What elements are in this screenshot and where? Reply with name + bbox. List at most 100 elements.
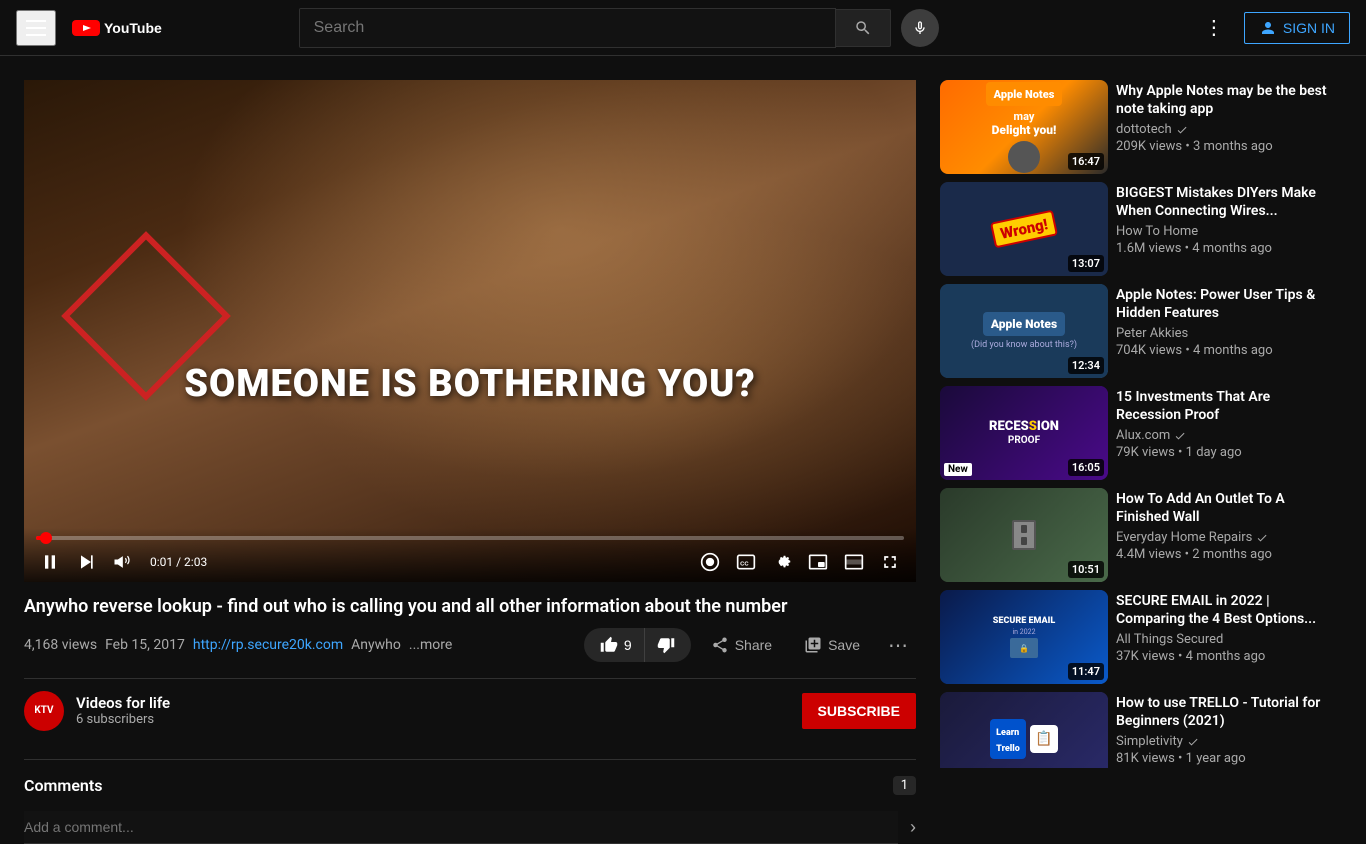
new-badge: New bbox=[944, 463, 972, 476]
video-duration: 12:34 bbox=[1068, 357, 1104, 374]
more-options-button[interactable]: ⋮ bbox=[1196, 7, 1232, 48]
video-section: SOMEONE IS BOTHERING YOU? bbox=[24, 80, 916, 844]
sidebar-item-title-7: How to use TRELLO - Tutorial for Beginne… bbox=[1116, 694, 1338, 730]
video-duration: 10:51 bbox=[1068, 561, 1104, 578]
miniplayer-button[interactable] bbox=[804, 548, 832, 576]
sidebar-meta-6: 37K views • 4 months ago bbox=[1116, 649, 1338, 664]
sidebar-item[interactable]: Apple NotesmayDelight you! 16:47 Why App… bbox=[940, 80, 1342, 174]
sidebar-item-info-3: Apple Notes: Power User Tips & Hidden Fe… bbox=[1116, 284, 1342, 378]
video-duration: 16:47 bbox=[1068, 153, 1104, 170]
sidebar-item[interactable]: Wrong! 13:07 BIGGEST Mistakes DIYers Mak… bbox=[940, 182, 1342, 276]
captions-button[interactable]: CC bbox=[732, 548, 760, 576]
more-actions-button[interactable]: ⋯ bbox=[880, 625, 916, 666]
search-container bbox=[299, 8, 939, 48]
sidebar-item[interactable]: RECESSIONPROOF 16:05 New 15 Investments … bbox=[940, 386, 1342, 480]
video-url-link[interactable]: http://rp.secure20k.com bbox=[193, 637, 343, 653]
comment-submit[interactable]: › bbox=[910, 817, 916, 838]
video-controls: 0:01 / 2:03 CC bbox=[24, 528, 916, 582]
hamburger-menu[interactable] bbox=[16, 10, 56, 46]
sidebar-channel-5: Everyday Home Repairs bbox=[1116, 530, 1338, 545]
settings-button[interactable] bbox=[768, 548, 796, 576]
video-stats: 4,168 views Feb 15, 2017 http://rp.secur… bbox=[24, 637, 452, 653]
header: YouTube ⋮ SIGN IN bbox=[0, 0, 1366, 56]
thumbnail-1: Apple NotesmayDelight you! 16:47 bbox=[940, 80, 1108, 174]
voice-search-button[interactable] bbox=[901, 9, 939, 47]
upload-date: Feb 15, 2017 bbox=[105, 637, 185, 653]
channel-info: Videos for life 6 subscribers bbox=[76, 694, 170, 727]
like-count: 9 bbox=[624, 637, 632, 653]
sidebar-item-title-2: BIGGEST Mistakes DIYers Make When Connec… bbox=[1116, 184, 1338, 220]
comment-input-row: › bbox=[24, 811, 916, 844]
video-meta-row: 4,168 views Feb 15, 2017 http://rp.secur… bbox=[24, 625, 916, 666]
sidebar-item-info-6: SECURE EMAIL in 2022 | Comparing the 4 B… bbox=[1116, 590, 1342, 684]
header-left: YouTube bbox=[16, 10, 162, 46]
sidebar: Apple NotesmayDelight you! 16:47 Why App… bbox=[940, 80, 1342, 768]
next-button[interactable] bbox=[72, 548, 100, 576]
volume-button[interactable] bbox=[108, 548, 136, 576]
progress-dot bbox=[40, 532, 52, 544]
page-content: SOMEONE IS BOTHERING YOU? bbox=[0, 56, 1366, 844]
sidebar-item[interactable]: SECURE EMAILin 2022🔒 11:47 SECURE EMAIL … bbox=[940, 590, 1342, 684]
video-duration: 13:07 bbox=[1068, 255, 1104, 272]
sidebar-meta-2: 1.6M views • 4 months ago bbox=[1116, 241, 1338, 256]
sidebar-item-info-2: BIGGEST Mistakes DIYers Make When Connec… bbox=[1116, 182, 1342, 276]
sidebar-meta-7: 81K views • 1 year ago bbox=[1116, 751, 1338, 766]
view-count: 4,168 views bbox=[24, 637, 97, 653]
save-label: Save bbox=[828, 637, 860, 653]
like-button[interactable]: 9 bbox=[584, 628, 644, 662]
video-actions: 9 Share Save ⋯ bbox=[584, 625, 916, 666]
progress-bar[interactable] bbox=[36, 536, 904, 540]
svg-text:CC: CC bbox=[740, 561, 749, 567]
sidebar-item-title-3: Apple Notes: Power User Tips & Hidden Fe… bbox=[1116, 286, 1338, 322]
channel-tag: Anywho bbox=[351, 637, 401, 653]
search-button[interactable] bbox=[836, 9, 891, 47]
thumbnail-2: Wrong! 13:07 bbox=[940, 182, 1108, 276]
sidebar-item-info-1: Why Apple Notes may be the best note tak… bbox=[1116, 80, 1342, 174]
video-duration: 11:47 bbox=[1068, 663, 1104, 680]
search-input[interactable] bbox=[300, 9, 835, 47]
save-button[interactable]: Save bbox=[792, 628, 872, 662]
sidebar-item[interactable]: LearnTrello📋 How to use TRELLO - Tutoria… bbox=[940, 692, 1342, 768]
comment-input[interactable] bbox=[24, 811, 898, 844]
fullscreen-button[interactable] bbox=[876, 548, 904, 576]
video-frame: SOMEONE IS BOTHERING YOU? bbox=[24, 80, 916, 582]
sidebar-item-title-6: SECURE EMAIL in 2022 | Comparing the 4 B… bbox=[1116, 592, 1338, 628]
sidebar-item-info-7: How to use TRELLO - Tutorial for Beginne… bbox=[1116, 692, 1342, 768]
sidebar-item-title-5: How To Add An Outlet To A Finished Wall bbox=[1116, 490, 1338, 526]
subscriber-count: 6 subscribers bbox=[76, 712, 170, 727]
sidebar-channel-6: All Things Secured bbox=[1116, 632, 1338, 647]
progress-fill bbox=[36, 536, 47, 540]
sidebar-channel-7: Simpletivity bbox=[1116, 734, 1338, 749]
sign-in-button[interactable]: SIGN IN bbox=[1244, 12, 1350, 44]
play-pause-button[interactable] bbox=[36, 548, 64, 576]
video-player[interactable]: SOMEONE IS BOTHERING YOU? bbox=[24, 80, 916, 582]
share-label: Share bbox=[735, 637, 772, 653]
subscribe-button[interactable]: SUBSCRIBE bbox=[802, 693, 916, 729]
channel-avatar: KTV bbox=[24, 691, 64, 731]
sidebar-channel-2: How To Home bbox=[1116, 224, 1338, 239]
more-link[interactable]: ...more bbox=[409, 637, 452, 653]
sidebar-meta-5: 4.4M views • 2 months ago bbox=[1116, 547, 1338, 562]
controls-row: 0:01 / 2:03 CC bbox=[36, 548, 904, 576]
comments-count: 1 bbox=[893, 776, 916, 795]
channel-name[interactable]: Videos for life bbox=[76, 694, 170, 712]
comments-label: Comments bbox=[24, 776, 102, 795]
channel-row: KTV Videos for life 6 subscribers SUBSCR… bbox=[24, 678, 916, 743]
sidebar-item[interactable]: Apple Notes(Did you know about this?) 12… bbox=[940, 284, 1342, 378]
thumbnail-3: Apple Notes(Did you know about this?) 12… bbox=[940, 284, 1108, 378]
search-input-wrap bbox=[299, 8, 836, 48]
share-button[interactable]: Share bbox=[699, 628, 784, 662]
sidebar-meta-3: 704K views • 4 months ago bbox=[1116, 343, 1338, 358]
thumbnail-7: LearnTrello📋 bbox=[940, 692, 1108, 768]
sidebar-item-title-1: Why Apple Notes may be the best note tak… bbox=[1116, 82, 1338, 118]
sidebar-channel-3: Peter Akkies bbox=[1116, 326, 1338, 341]
autoplay-toggle[interactable] bbox=[696, 548, 724, 576]
sidebar-item-info-4: 15 Investments That Are Recession Proof … bbox=[1116, 386, 1342, 480]
sign-in-label: SIGN IN bbox=[1283, 20, 1335, 36]
video-title: Anywho reverse lookup - find out who is … bbox=[24, 594, 916, 619]
sidebar-item[interactable]: 10:51 How To Add An Outlet To A Finished… bbox=[940, 488, 1342, 582]
theater-mode-button[interactable] bbox=[840, 548, 868, 576]
youtube-logo[interactable]: YouTube bbox=[72, 18, 162, 38]
dislike-button[interactable] bbox=[644, 628, 691, 662]
thumbnail-4: RECESSIONPROOF 16:05 New bbox=[940, 386, 1108, 480]
